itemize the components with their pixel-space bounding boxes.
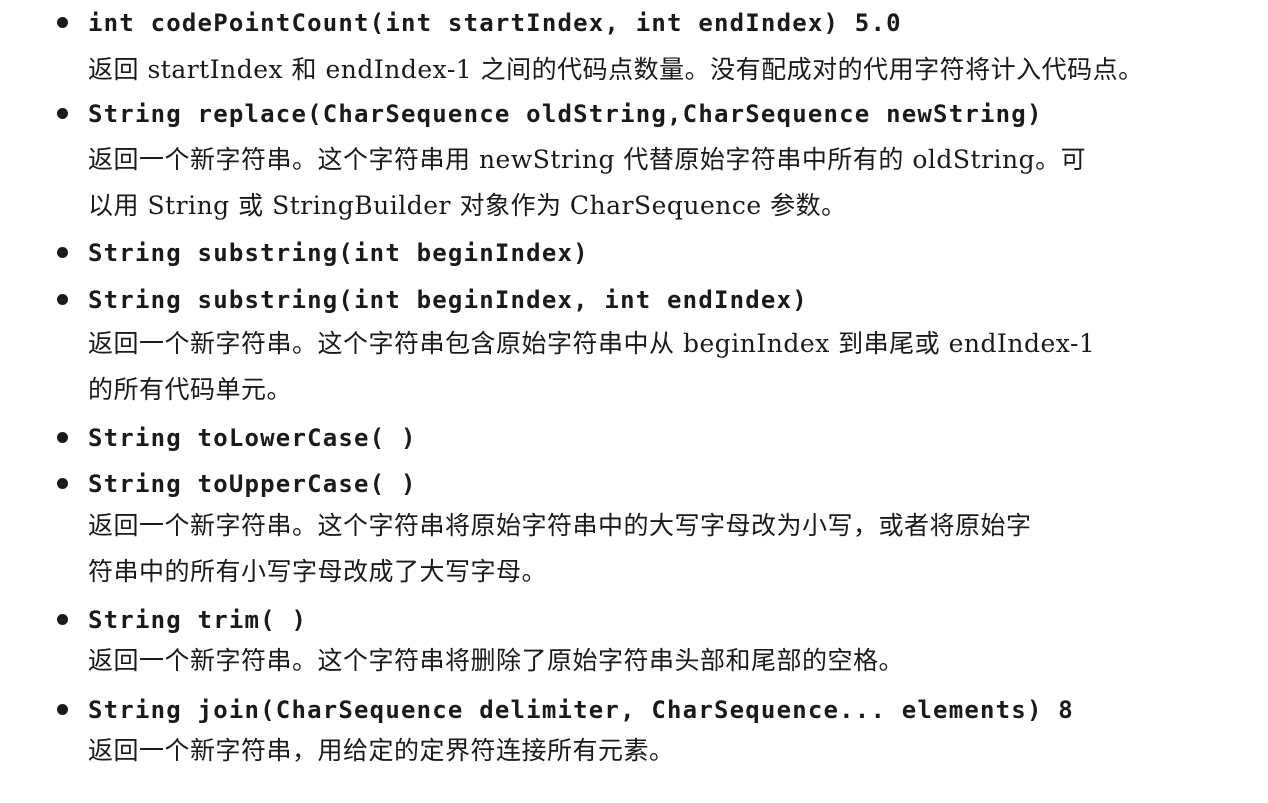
method-description-line: 返回 startIndex 和 endIndex-1 之间的代码点数量。没有配成… bbox=[88, 55, 1144, 84]
bullet-icon bbox=[57, 294, 68, 305]
method-description-line: 返回一个新字符串，用给定的定界符连接所有元素。 bbox=[88, 736, 675, 765]
bullet-icon bbox=[57, 247, 68, 258]
method-signature-substring-begin-end: String substring(int beginIndex, int end… bbox=[88, 286, 808, 314]
method-signature-replace: String replace(CharSequence oldString,Ch… bbox=[88, 100, 1043, 128]
method-description-line: 的所有代码单元。 bbox=[88, 375, 293, 404]
bullet-icon bbox=[57, 432, 68, 443]
method-signature-tolowercase: String toLowerCase( ) bbox=[88, 424, 417, 452]
bullet-icon bbox=[57, 17, 68, 28]
method-description-line: 返回一个新字符串。这个字符串包含原始字符串中从 beginIndex 到串尾或 … bbox=[88, 329, 1096, 358]
bullet-icon bbox=[57, 704, 68, 715]
method-description-line: 返回一个新字符串。这个字符串将删除了原始字符串头部和尾部的空格。 bbox=[88, 646, 905, 675]
method-signature-substring-begin: String substring(int beginIndex) bbox=[88, 239, 589, 267]
bullet-icon bbox=[57, 614, 68, 625]
method-description-line: 返回一个新字符串。这个字符串用 newString 代替原始字符串中所有的 ol… bbox=[88, 145, 1087, 174]
bullet-icon bbox=[57, 108, 68, 119]
method-signature-trim: String trim( ) bbox=[88, 606, 308, 634]
api-reference-page: int codePointCount(int startIndex, int e… bbox=[0, 0, 1268, 803]
method-description-line: 符串中的所有小写字母改成了大写字母。 bbox=[88, 557, 548, 586]
method-signature-join: String join(CharSequence delimiter, Char… bbox=[88, 696, 1074, 724]
method-description-line: 返回一个新字符串。这个字符串将原始字符串中的大写字母改为小写，或者将原始字 bbox=[88, 511, 1032, 540]
method-signature-codepointcount: int codePointCount(int startIndex, int e… bbox=[88, 9, 902, 37]
method-description-line: 以用 String 或 StringBuilder 对象作为 CharSeque… bbox=[88, 191, 847, 220]
bullet-icon bbox=[57, 478, 68, 489]
method-signature-touppercase: String toUpperCase( ) bbox=[88, 470, 417, 498]
